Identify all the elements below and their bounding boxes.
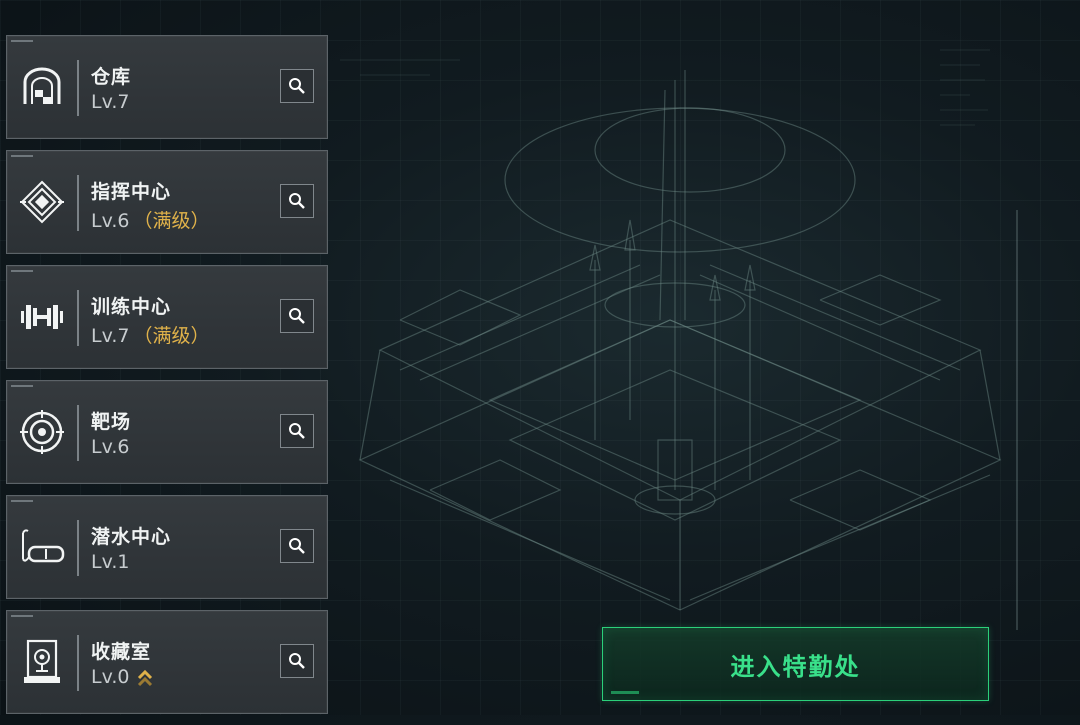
diving-mask-icon: [19, 524, 65, 570]
building-level: Lv.1: [91, 551, 130, 573]
card-separator: [77, 60, 79, 116]
search-button[interactable]: [280, 299, 314, 333]
command-emblem-icon: [19, 179, 65, 225]
building-level: Lv.6 （满级）: [91, 210, 210, 232]
upgrade-chevron-icon: [138, 669, 153, 686]
building-card-collection-room[interactable]: 收藏室 Lv.0: [6, 610, 328, 714]
max-level-tag: （满级）: [133, 325, 210, 347]
search-button[interactable]: [280, 529, 314, 563]
wireframe-base-illustration: [340, 49, 1002, 611]
search-icon: [289, 538, 305, 554]
building-name: 训练中心: [91, 296, 172, 318]
building-name: 潜水中心: [91, 526, 172, 548]
building-card-training-center[interactable]: 训练中心 Lv.7 （满级）: [6, 265, 328, 369]
search-icon: [289, 78, 305, 94]
card-separator: [77, 635, 79, 691]
hud-divider: [1016, 210, 1018, 630]
building-card-shooting-range[interactable]: 靶场 Lv.6: [6, 380, 328, 484]
card-separator: [77, 520, 79, 576]
card-separator: [77, 405, 79, 461]
dumbbell-icon: [19, 294, 65, 340]
enter-button-label: 进入特勤处: [730, 652, 861, 681]
search-button[interactable]: [280, 644, 314, 678]
target-icon: [19, 409, 65, 455]
building-level: Lv.7 （满级）: [91, 325, 210, 347]
building-level: Lv.7: [91, 91, 130, 113]
search-icon: [289, 193, 305, 209]
button-accent-line: [611, 691, 639, 694]
search-button[interactable]: [280, 414, 314, 448]
building-name: 收藏室: [91, 641, 152, 663]
building-name: 指挥中心: [91, 181, 172, 203]
search-icon: [289, 423, 305, 439]
card-separator: [77, 290, 79, 346]
building-card-diving-center[interactable]: 潜水中心 Lv.1: [6, 495, 328, 599]
building-level: Lv.0: [91, 666, 153, 688]
building-list: 仓库 Lv.7 指挥中心 Lv.6 （满级） 训练中心 Lv.7 （满级） 靶场…: [6, 35, 328, 725]
building-name: 靶场: [91, 411, 132, 433]
card-separator: [77, 175, 79, 231]
enter-special-ops-button[interactable]: 进入特勤处: [602, 627, 989, 701]
building-card-warehouse[interactable]: 仓库 Lv.7: [6, 35, 328, 139]
search-button[interactable]: [280, 69, 314, 103]
display-case-icon: [19, 639, 65, 685]
max-level-tag: （满级）: [133, 210, 210, 232]
search-icon: [289, 653, 305, 669]
building-name: 仓库: [91, 66, 132, 88]
search-icon: [289, 308, 305, 324]
search-button[interactable]: [280, 184, 314, 218]
building-card-command-center[interactable]: 指挥中心 Lv.6 （满级）: [6, 150, 328, 254]
vault-door-icon: [19, 64, 65, 110]
building-level: Lv.6: [91, 436, 130, 458]
